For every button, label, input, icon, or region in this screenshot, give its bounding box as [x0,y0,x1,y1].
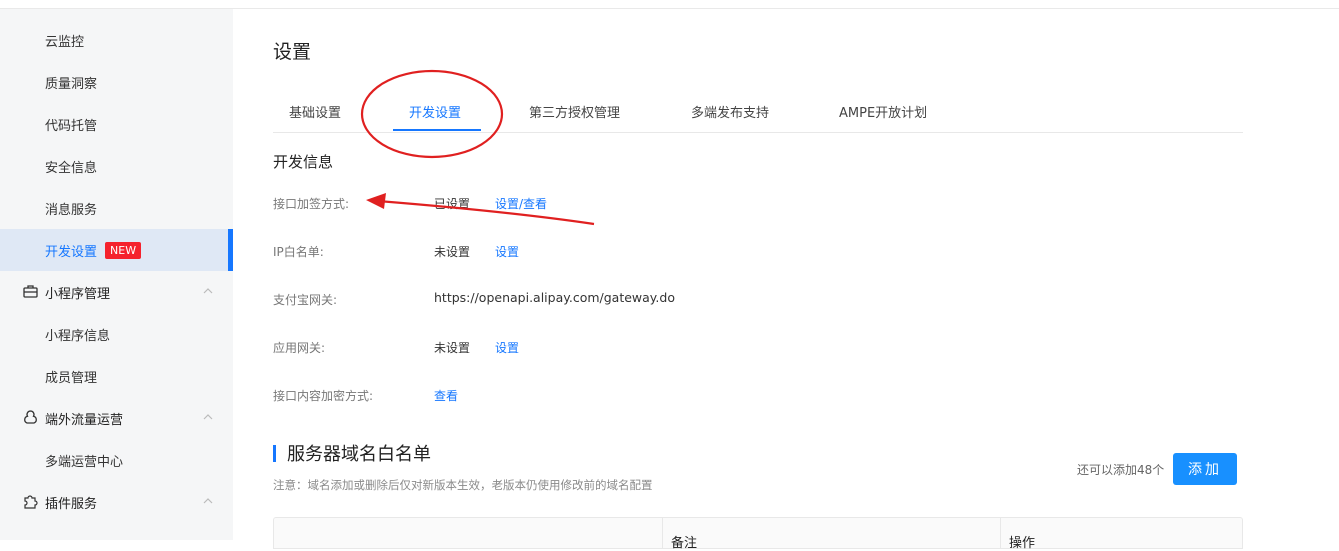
content-encryption-label: 接口内容加密方式: [273,389,374,403]
sidebar-item-multi-ops-center[interactable]: 多端运营中心 [0,439,233,481]
domain-whitelist-note: 注意：域名添加或删除后仅对新版本生效，老版本仍使用修改前的域名配置 [273,478,653,492]
tab-basic-settings[interactable]: 基础设置 [289,102,341,121]
ip-whitelist-value: 未设置 [434,245,471,259]
sidebar-group-label: 端外流量运营 [45,412,124,428]
domain-whitelist-title: 服务器域名白名单 [287,444,431,465]
sidebar-item-label: 小程序信息 [45,328,111,344]
remaining-count: 还可以添加48个 [1077,463,1165,477]
sidebar-item-security-info[interactable]: 安全信息 [0,145,233,187]
chevron-up-icon [203,498,213,504]
chevron-up-icon [203,414,213,420]
domain-whitelist-heading: 服务器域名白名单 [273,443,431,465]
settings-tabs: 基础设置 开发设置 第三方授权管理 多端发布支持 AMPE开放计划 [273,88,1243,133]
annotation-arrow-line [377,199,595,226]
sidebar-item-miniapp-info[interactable]: 小程序信息 [0,313,233,355]
sidebar: 云监控 质量洞察 代码托管 安全信息 消息服务 开发设置 NEW 小程序管理 小… [0,9,233,540]
chevron-up-icon [203,288,213,294]
sign-method-label: 接口加签方式: [273,197,350,211]
sidebar-group-label: 小程序管理 [45,286,111,302]
sidebar-item-quality-insight[interactable]: 质量洞察 [0,61,233,103]
sidebar-item-dev-settings[interactable]: 开发设置 NEW [0,229,233,271]
heading-accent-bar [273,444,276,462]
domain-whitelist-table: 备注 操作 [273,517,1243,551]
sidebar-item-message-service[interactable]: 消息服务 [0,187,233,229]
puzzle-icon [24,495,38,509]
ip-whitelist-label: IP白名单: [273,245,324,259]
sidebar-group-label: 插件服务 [45,496,98,512]
tab-third-party-auth[interactable]: 第三方授权管理 [529,102,620,121]
sidebar-item-label: 代码托管 [45,118,98,134]
sidebar-item-label: 多端运营中心 [45,454,124,470]
flow-icon [24,410,37,424]
alipay-gateway-label: 支付宝网关: [273,293,338,307]
sidebar-item-cloud-monitor[interactable]: 云监控 [0,19,233,61]
column-divider [662,518,663,548]
add-button[interactable]: 添加 [1173,453,1237,485]
app-gateway-link[interactable]: 设置 [495,339,519,356]
tab-dev-settings[interactable]: 开发设置 [409,102,461,121]
sidebar-item-label: 开发设置 [45,244,98,260]
app-gateway-label: 应用网关: [273,341,326,355]
column-divider [1000,518,1001,548]
table-header-remark: 备注 [671,536,698,551]
arrow-head-icon [366,193,386,209]
sidebar-group-external-traffic[interactable]: 端外流量运营 [0,397,233,439]
briefcase-icon [23,285,38,298]
sidebar-item-member-management[interactable]: 成员管理 [0,355,233,397]
sign-method-value: 已设置 [434,197,471,211]
sidebar-group-miniapp-management[interactable]: 小程序管理 [0,271,233,313]
sidebar-item-label: 质量洞察 [45,76,98,92]
sidebar-item-label: 安全信息 [45,160,98,176]
app-gateway-value: 未设置 [434,341,471,355]
tab-ampe-open-plan[interactable]: AMPE开放计划 [839,102,927,121]
sidebar-item-label: 云监控 [45,34,85,50]
table-header-action: 操作 [1009,536,1036,551]
active-tab-indicator [393,129,481,131]
new-badge: NEW [105,241,142,259]
alipay-gateway-value: https://openapi.alipay.com/gateway.do [434,290,675,305]
sign-method-link[interactable]: 设置/查看 [495,195,547,212]
page-title: 设置 [273,41,312,63]
tab-multi-platform-publish[interactable]: 多端发布支持 [691,102,769,121]
sidebar-item-code-hosting[interactable]: 代码托管 [0,103,233,145]
content-encryption-link[interactable]: 查看 [434,387,458,404]
sidebar-group-plugin-service[interactable]: 插件服务 [0,481,233,523]
sidebar-item-label: 成员管理 [45,370,98,386]
dev-info-heading: 开发信息 [273,153,334,171]
ip-whitelist-link[interactable]: 设置 [495,243,519,260]
sidebar-item-label: 消息服务 [45,202,98,218]
